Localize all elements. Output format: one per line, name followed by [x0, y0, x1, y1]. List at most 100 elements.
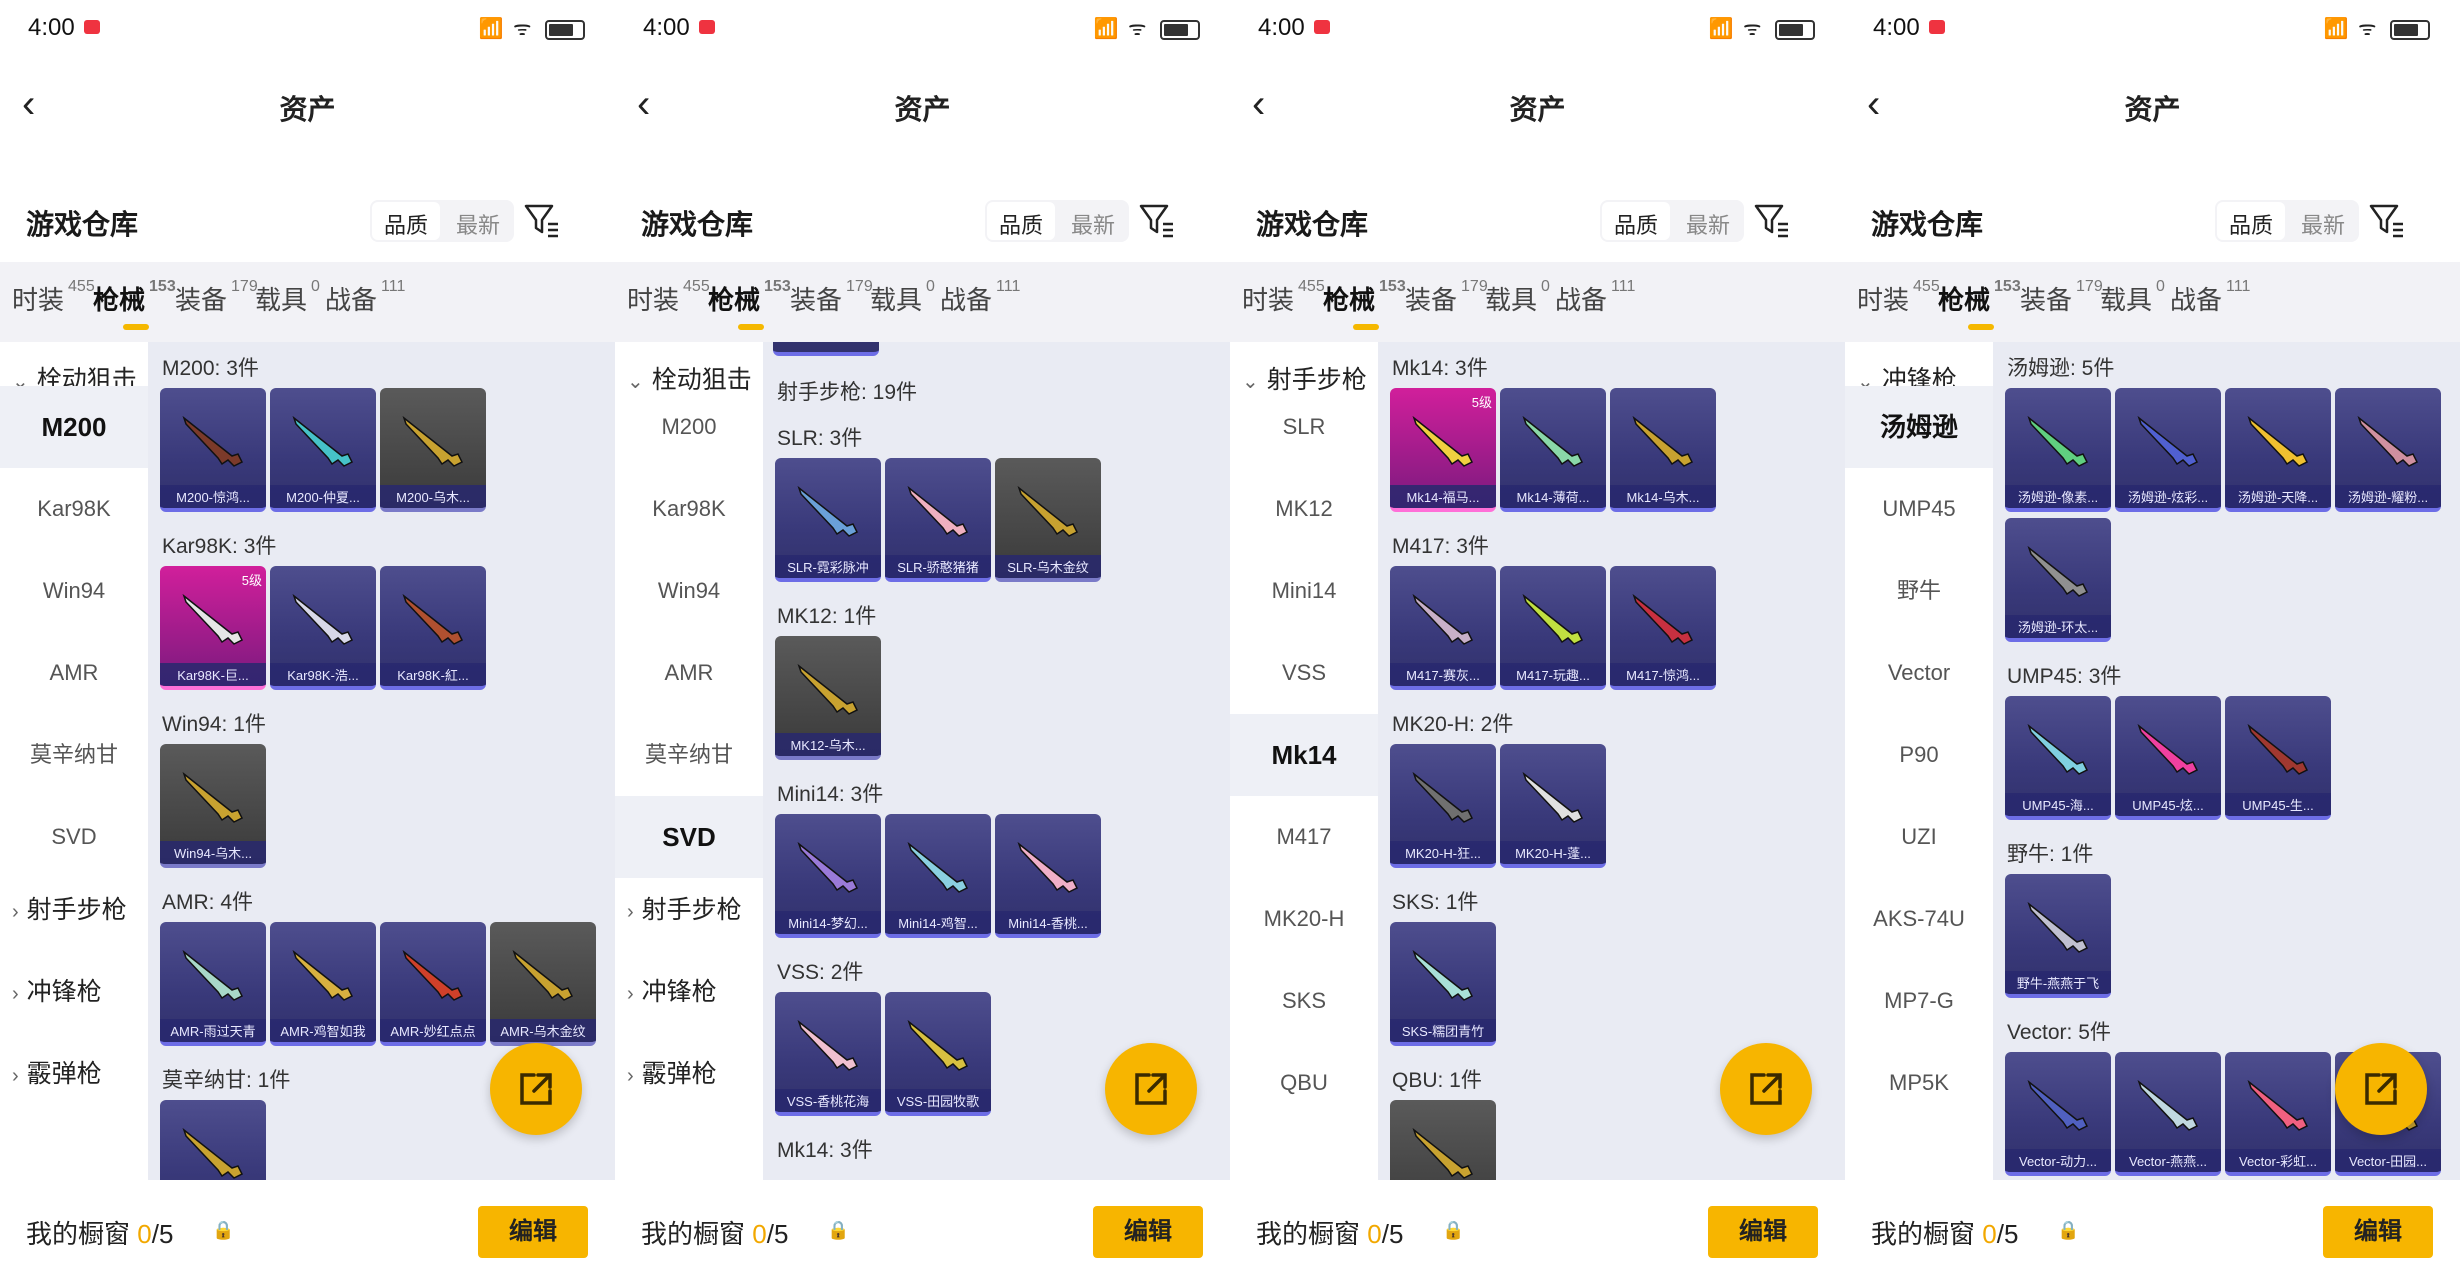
- sidebar-item[interactable]: AMR: [0, 632, 148, 714]
- sidebar-category-collapsed[interactable]: › 射手步枪: [627, 890, 742, 926]
- weapon-card[interactable]: M200-惊鸿...: [160, 388, 266, 512]
- sidebar-category-collapsed[interactable]: › 射手步枪: [12, 890, 127, 926]
- sidebar-item[interactable]: MK20-H: [1230, 878, 1378, 960]
- sidebar-category-collapsed[interactable]: › 冲锋枪: [627, 972, 717, 1008]
- sidebar-item[interactable]: Kar98K: [0, 468, 148, 550]
- weapon-card[interactable]: 汤姆逊-天降...: [2225, 388, 2331, 512]
- weapon-card[interactable]: Win94-乌木...: [160, 744, 266, 868]
- sort-option-latest[interactable]: 最新: [2287, 200, 2359, 242]
- weapon-card[interactable]: Vector-动力...: [2005, 1052, 2111, 1176]
- sidebar-item[interactable]: M200: [615, 386, 763, 468]
- sort-option-latest[interactable]: 最新: [1057, 200, 1129, 242]
- weapon-card[interactable]: UMP45-海...: [2005, 696, 2111, 820]
- sidebar-item[interactable]: SKS: [1230, 960, 1378, 1042]
- tab-2[interactable]: 装备 179: [2020, 278, 2103, 317]
- weapon-card[interactable]: SLR-乌木金纹: [995, 458, 1101, 582]
- sidebar-item[interactable]: UZI: [1845, 796, 1993, 878]
- sidebar-item[interactable]: QBU: [1230, 1042, 1378, 1124]
- tab-4[interactable]: 战备 111: [325, 278, 405, 317]
- tab-4[interactable]: 战备 111: [1555, 278, 1635, 317]
- sidebar-item[interactable]: Win94: [0, 550, 148, 632]
- sidebar-item[interactable]: 莫辛纳甘: [615, 714, 763, 796]
- tab-0[interactable]: 时装 455: [1242, 278, 1325, 317]
- share-fab-button[interactable]: [1105, 1043, 1197, 1135]
- sort-toggle[interactable]: 品质 最新: [370, 200, 515, 242]
- weapon-card[interactable]: 汤姆逊-炫彩...: [2115, 388, 2221, 512]
- share-fab-button[interactable]: [1720, 1043, 1812, 1135]
- weapon-card[interactable]: AMR-雨过天青: [160, 922, 266, 1046]
- weapon-card[interactable]: [160, 1100, 266, 1180]
- weapon-card[interactable]: VSS-香桃花海: [775, 992, 881, 1116]
- sort-option-quality[interactable]: 品质: [2217, 202, 2286, 240]
- weapon-card[interactable]: Kar98K-紅...: [380, 566, 486, 690]
- weapon-card[interactable]: Mini14-鸡智...: [885, 814, 991, 938]
- weapon-card[interactable]: SLR-霓彩脉冲: [775, 458, 881, 582]
- tab-4[interactable]: 战备 111: [2170, 278, 2250, 317]
- share-fab-button[interactable]: [2335, 1043, 2427, 1135]
- filter-icon[interactable]: [2367, 200, 2407, 240]
- sidebar-item[interactable]: MK12: [1230, 468, 1378, 550]
- sidebar-category-collapsed[interactable]: › 霰弹枪: [12, 1054, 102, 1090]
- weapon-card[interactable]: Vector-燕燕...: [2115, 1052, 2221, 1176]
- sidebar-item[interactable]: M417: [1230, 796, 1378, 878]
- tab-1[interactable]: 枪械 153: [1323, 278, 1406, 330]
- edit-button[interactable]: 编辑: [1708, 1206, 1818, 1258]
- edit-button[interactable]: 编辑: [2323, 1206, 2433, 1258]
- tab-2[interactable]: 装备 179: [175, 278, 258, 317]
- weapon-card[interactable]: [1390, 1100, 1496, 1180]
- edit-button[interactable]: 编辑: [478, 1206, 588, 1258]
- sidebar-item[interactable]: Mini14: [1230, 550, 1378, 632]
- weapon-card[interactable]: 5级 Kar98K-巨...: [160, 566, 266, 690]
- sidebar-item[interactable]: SVD: [615, 796, 763, 878]
- tab-0[interactable]: 时装 455: [12, 278, 95, 317]
- tab-3[interactable]: 载具 0: [255, 278, 320, 317]
- sidebar-item[interactable]: Mk14: [1230, 714, 1378, 796]
- weapon-card[interactable]: SLR-骄憨猪猪: [885, 458, 991, 582]
- sidebar-item[interactable]: P90: [1845, 714, 1993, 796]
- sidebar-item[interactable]: Vector: [1845, 632, 1993, 714]
- sidebar-item[interactable]: 汤姆逊: [1845, 386, 1993, 468]
- sidebar-item[interactable]: 莫辛纳甘: [0, 714, 148, 796]
- tab-0[interactable]: 时装 455: [1857, 278, 1940, 317]
- sort-option-latest[interactable]: 最新: [1672, 200, 1744, 242]
- weapon-card[interactable]: M417-赛灰...: [1390, 566, 1496, 690]
- weapon-card[interactable]: Kar98K-浩...: [270, 566, 376, 690]
- filter-icon[interactable]: [1752, 200, 1792, 240]
- weapon-card[interactable]: Mini14-香桃...: [995, 814, 1101, 938]
- weapon-card-partial[interactable]: [773, 342, 879, 356]
- tab-3[interactable]: 载具 0: [1485, 278, 1550, 317]
- sidebar-item[interactable]: 野牛: [1845, 550, 1993, 632]
- sidebar-item[interactable]: Kar98K: [615, 468, 763, 550]
- weapon-card[interactable]: M200-乌木...: [380, 388, 486, 512]
- weapon-card[interactable]: Mk14-薄荷...: [1500, 388, 1606, 512]
- sort-toggle[interactable]: 品质 最新: [2215, 200, 2360, 242]
- weapon-card[interactable]: 汤姆逊-像素...: [2005, 388, 2111, 512]
- sidebar-item[interactable]: VSS: [1230, 632, 1378, 714]
- weapon-card[interactable]: Vector-彩虹...: [2225, 1052, 2331, 1176]
- sidebar-item[interactable]: Win94: [615, 550, 763, 632]
- sort-option-quality[interactable]: 品质: [372, 202, 441, 240]
- weapon-card[interactable]: UMP45-生...: [2225, 696, 2331, 820]
- weapon-card[interactable]: M417-玩趣...: [1500, 566, 1606, 690]
- sort-option-quality[interactable]: 品质: [987, 202, 1056, 240]
- weapon-card[interactable]: SKS-糯团青竹: [1390, 922, 1496, 1046]
- tab-4[interactable]: 战备 111: [940, 278, 1020, 317]
- sort-toggle[interactable]: 品质 最新: [1600, 200, 1745, 242]
- tab-0[interactable]: 时装 455: [627, 278, 710, 317]
- tab-1[interactable]: 枪械 153: [93, 278, 176, 330]
- sort-option-quality[interactable]: 品质: [1602, 202, 1671, 240]
- weapon-card[interactable]: Mini14-梦幻...: [775, 814, 881, 938]
- filter-icon[interactable]: [522, 200, 562, 240]
- tab-3[interactable]: 载具 0: [2100, 278, 2165, 317]
- sidebar-item[interactable]: M200: [0, 386, 148, 468]
- sidebar-item[interactable]: MP7-G: [1845, 960, 1993, 1042]
- sidebar-item[interactable]: AMR: [615, 632, 763, 714]
- weapon-card[interactable]: MK20-H-狂...: [1390, 744, 1496, 868]
- weapon-card[interactable]: UMP45-炫...: [2115, 696, 2221, 820]
- weapon-card[interactable]: M200-仲夏...: [270, 388, 376, 512]
- sidebar-item[interactable]: SVD: [0, 796, 148, 878]
- weapon-card[interactable]: VSS-田园牧歌: [885, 992, 991, 1116]
- tab-2[interactable]: 装备 179: [790, 278, 873, 317]
- weapon-card[interactable]: AMR-鸡智如我: [270, 922, 376, 1046]
- sidebar-item[interactable]: UMP45: [1845, 468, 1993, 550]
